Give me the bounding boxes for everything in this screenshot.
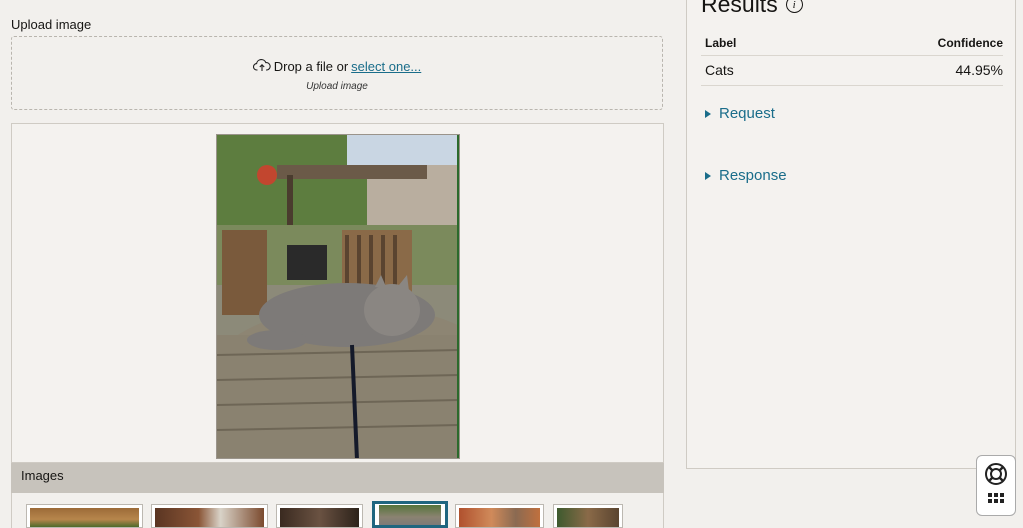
thumbnail-5[interactable] [455,504,544,528]
grid-icon[interactable] [988,493,1004,503]
thumbnail-image [379,505,441,525]
thumbnail-image [155,508,264,527]
column-header-confidence: Confidence [937,36,1003,50]
triangle-right-icon [705,171,711,180]
drop-text: Drop a file or [273,59,349,74]
cat-photo [216,134,460,459]
thumbnail-image [280,508,359,527]
thumbnail-image [459,508,540,527]
select-file-link[interactable]: select one... [351,59,421,74]
thumbnail-6[interactable] [553,504,623,528]
results-panel: Results i Label Confidence Cats 44.95% R… [686,0,1016,469]
thumbnail-2[interactable] [151,504,268,528]
thumbnail-image [30,508,139,527]
request-label: Request [719,105,775,122]
request-disclosure[interactable]: Request [705,105,775,122]
thumbnail-4-selected[interactable] [372,501,448,528]
results-heading: Results [701,0,778,17]
images-section-header: Images [11,463,664,493]
cloud-upload-icon [252,58,271,75]
result-confidence-cell: 44.95% [955,62,1003,78]
file-dropzone[interactable]: Drop a file or select one... Upload imag… [11,36,663,110]
result-label-cell: Cats [705,62,734,78]
response-label: Response [719,167,787,184]
table-divider [701,85,1003,86]
thumbnail-image [557,508,619,527]
results-title: Results i [701,0,803,18]
dropzone-caption: Upload image [306,81,368,92]
thumbnail-strip [11,493,664,528]
column-header-label: Label [705,36,737,50]
help-widget[interactable] [976,455,1016,516]
image-viewer [11,123,664,463]
thumbnail-1[interactable] [26,504,143,528]
lifebuoy-icon[interactable] [984,462,1008,486]
thumbnail-3[interactable] [276,504,363,528]
response-disclosure[interactable]: Response [705,167,787,184]
info-icon[interactable]: i [785,0,803,13]
upload-label: Upload image [11,17,92,32]
triangle-right-icon [705,109,711,118]
table-divider [701,55,1003,56]
